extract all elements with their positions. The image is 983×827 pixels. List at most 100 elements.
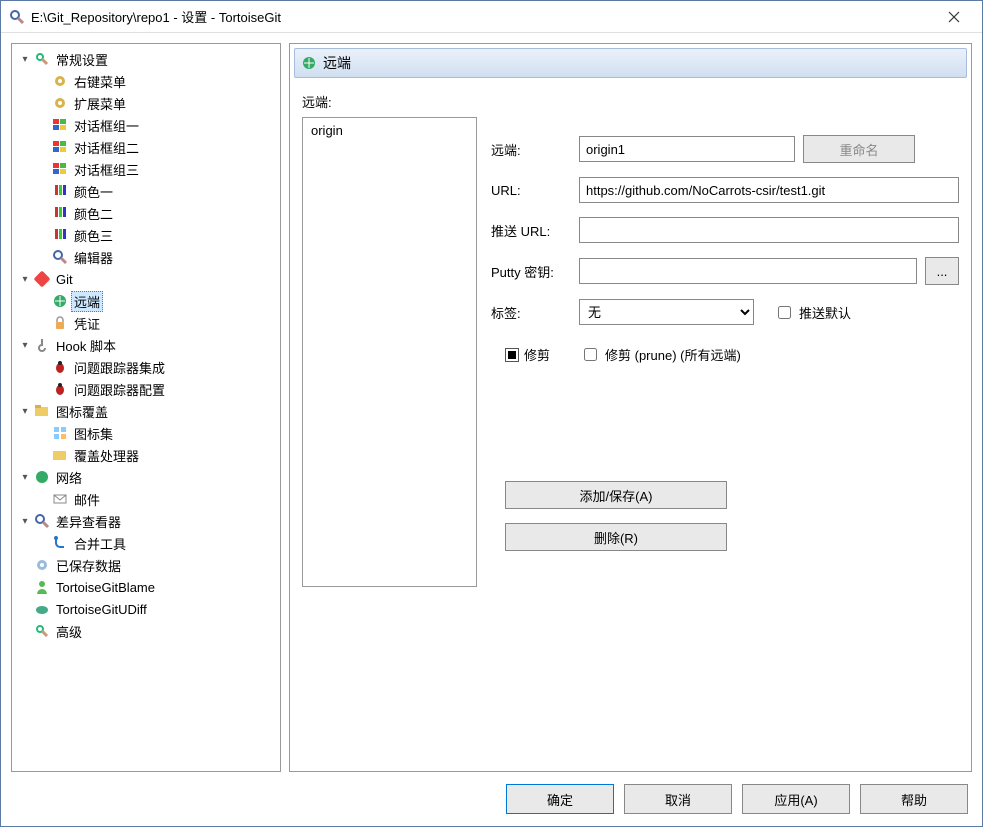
prune-box[interactable] bbox=[505, 348, 519, 362]
palette-icon bbox=[52, 227, 68, 243]
tree-mail[interactable]: 邮件 bbox=[14, 488, 278, 510]
tree-overlay[interactable]: ▾ 图标覆盖 bbox=[14, 400, 278, 422]
prune-all-box[interactable] bbox=[584, 348, 597, 361]
gear-icon bbox=[34, 557, 50, 573]
tree-label: 凭证 bbox=[71, 314, 103, 333]
chevron-down-icon[interactable]: ▾ bbox=[18, 514, 32, 528]
tree-merge[interactable]: 合并工具 bbox=[14, 532, 278, 554]
close-button[interactable] bbox=[934, 2, 974, 32]
app-icon bbox=[9, 9, 25, 25]
person-icon bbox=[34, 579, 50, 595]
tag-label: 标签: bbox=[491, 303, 571, 322]
tree-iconset[interactable]: 图标集 bbox=[14, 422, 278, 444]
tree-diff[interactable]: ▾ 差异查看器 bbox=[14, 510, 278, 532]
gear-icon bbox=[52, 95, 68, 111]
palette-icon bbox=[52, 183, 68, 199]
wrench-icon bbox=[34, 623, 50, 639]
tree-blame[interactable]: TortoiseGitBlame bbox=[14, 576, 278, 598]
tree-label: 问题跟踪器配置 bbox=[71, 380, 168, 399]
tree-network[interactable]: ▾ 网络 bbox=[14, 466, 278, 488]
tree-label: 扩展菜单 bbox=[71, 94, 129, 113]
settings-tree[interactable]: ▾ 常规设置 右键菜单 扩展菜单 对话框组一 对话框组二 bbox=[11, 43, 281, 772]
tree-advanced[interactable]: 高级 bbox=[14, 620, 278, 642]
add-save-button[interactable]: 添加/保存(A) bbox=[505, 481, 727, 509]
tree-cred[interactable]: 凭证 bbox=[14, 312, 278, 334]
gear-icon bbox=[52, 73, 68, 89]
globe-icon bbox=[301, 55, 317, 71]
ok-button[interactable]: 确定 bbox=[506, 784, 614, 814]
tree-dlg2[interactable]: 对话框组二 bbox=[14, 136, 278, 158]
tree-color2[interactable]: 颜色二 bbox=[14, 202, 278, 224]
apply-button[interactable]: 应用(A) bbox=[742, 784, 850, 814]
remote-name-input[interactable] bbox=[579, 136, 795, 162]
delete-button[interactable]: 删除(R) bbox=[505, 523, 727, 551]
tree-label: 差异查看器 bbox=[53, 512, 124, 531]
magnifier-icon bbox=[52, 249, 68, 265]
push-default-checkbox[interactable]: 推送默认 bbox=[774, 303, 851, 322]
tree-label: TortoiseGitBlame bbox=[53, 580, 158, 595]
magnifier-icon bbox=[34, 513, 50, 529]
tree-color1[interactable]: 颜色一 bbox=[14, 180, 278, 202]
bug-icon bbox=[52, 359, 68, 375]
putty-input[interactable] bbox=[579, 258, 917, 284]
push-url-label: 推送 URL: bbox=[491, 221, 571, 240]
prune-checkbox[interactable]: 修剪 bbox=[505, 345, 550, 364]
tree-overlay-handler[interactable]: 覆盖处理器 bbox=[14, 444, 278, 466]
rename-button[interactable]: 重命名 bbox=[803, 135, 915, 163]
remote-list-item[interactable]: origin bbox=[309, 122, 470, 139]
tree-hook[interactable]: ▾ Hook 脚本 bbox=[14, 334, 278, 356]
window-title: E:\Git_Repository\repo1 - 设置 - TortoiseG… bbox=[31, 7, 934, 26]
tree-label: 对话框组三 bbox=[71, 160, 142, 179]
mail-icon bbox=[52, 491, 68, 507]
prune-label: 修剪 bbox=[524, 345, 550, 364]
folder-icon bbox=[34, 403, 50, 419]
tree-label: 常规设置 bbox=[53, 50, 111, 69]
tree-issue-int[interactable]: 问题跟踪器集成 bbox=[14, 356, 278, 378]
form-area: 远端: origin 远端: 重命名 URL: bbox=[294, 78, 967, 595]
tree-label: 问题跟踪器集成 bbox=[71, 358, 168, 377]
prune-all-checkbox[interactable]: 修剪 (prune) (所有远端) bbox=[580, 345, 741, 364]
browse-button[interactable]: ... bbox=[925, 257, 959, 285]
tree-general[interactable]: ▾ 常规设置 bbox=[14, 48, 278, 70]
tree-label: 网络 bbox=[53, 468, 85, 487]
tree-remote[interactable]: 远端 bbox=[14, 290, 278, 312]
push-default-box[interactable] bbox=[778, 306, 791, 319]
chevron-down-icon[interactable]: ▾ bbox=[18, 338, 32, 352]
tree-label: 对话框组一 bbox=[71, 116, 142, 135]
chevron-down-icon[interactable]: ▾ bbox=[18, 404, 32, 418]
cancel-button[interactable]: 取消 bbox=[624, 784, 732, 814]
remote-fields: 远端: 重命名 URL: 推送 URL: bbox=[491, 117, 959, 587]
tree-context-menu[interactable]: 右键菜单 bbox=[14, 70, 278, 92]
help-button[interactable]: 帮助 bbox=[860, 784, 968, 814]
tree-label: 图标覆盖 bbox=[53, 402, 111, 421]
url-input[interactable] bbox=[579, 177, 959, 203]
url-label: URL: bbox=[491, 183, 571, 198]
tree-label: 已保存数据 bbox=[53, 556, 124, 575]
push-default-label: 推送默认 bbox=[799, 303, 851, 322]
tree-editor[interactable]: 编辑器 bbox=[14, 246, 278, 268]
tree-label: Git bbox=[53, 272, 76, 287]
tree-udiff[interactable]: TortoiseGitUDiff bbox=[14, 598, 278, 620]
tag-select[interactable]: 无 bbox=[579, 299, 754, 325]
tree-color3[interactable]: 颜色三 bbox=[14, 224, 278, 246]
chevron-down-icon[interactable]: ▾ bbox=[18, 52, 32, 66]
tree-label: 对话框组二 bbox=[71, 138, 142, 157]
tree-label: 覆盖处理器 bbox=[71, 446, 142, 465]
tree-label: Hook 脚本 bbox=[53, 336, 119, 355]
tree-dlg1[interactable]: 对话框组一 bbox=[14, 114, 278, 136]
tree-dlg3[interactable]: 对话框组三 bbox=[14, 158, 278, 180]
tree-issue-cfg[interactable]: 问题跟踪器配置 bbox=[14, 378, 278, 400]
push-url-input[interactable] bbox=[579, 217, 959, 243]
tree-label: 远端 bbox=[71, 291, 103, 312]
tree-label: 颜色一 bbox=[71, 182, 116, 201]
section-title: 远端 bbox=[323, 53, 351, 73]
tree-saved-data[interactable]: 已保存数据 bbox=[14, 554, 278, 576]
prune-all-label: 修剪 (prune) (所有远端) bbox=[605, 345, 741, 364]
git-icon bbox=[34, 271, 50, 287]
tree-git[interactable]: ▾ Git bbox=[14, 268, 278, 290]
chevron-down-icon[interactable]: ▾ bbox=[18, 272, 32, 286]
chevron-down-icon[interactable]: ▾ bbox=[18, 470, 32, 484]
remote-list[interactable]: origin bbox=[302, 117, 477, 587]
windows-icon bbox=[52, 117, 68, 133]
tree-ext-menu[interactable]: 扩展菜单 bbox=[14, 92, 278, 114]
